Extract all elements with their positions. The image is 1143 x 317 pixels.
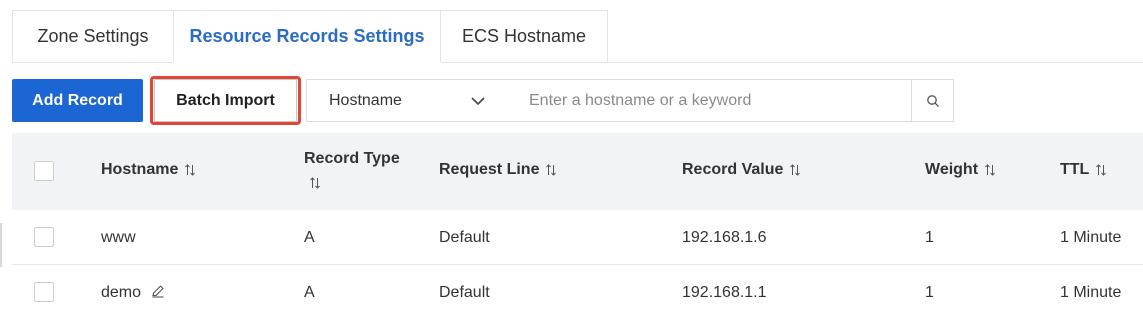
column-label: Record Value — [682, 161, 784, 178]
edit-icon[interactable] — [151, 284, 165, 298]
table-row: www A Default 192.168.1.6 1 1 Minute — [12, 210, 1143, 265]
row-checkbox[interactable] — [34, 282, 54, 302]
cell-weight: 1 — [925, 284, 934, 301]
table-row: demo A Default 192.168.1.1 1 1 Minute — [12, 265, 1143, 317]
column-header-record-value[interactable]: Record Value — [682, 161, 801, 179]
panel-edge — [0, 223, 2, 267]
search-input[interactable] — [508, 79, 912, 122]
cell-record-value: 192.168.1.1 — [682, 284, 767, 301]
column-label: TTL — [1060, 161, 1090, 178]
column-label: Weight — [925, 161, 979, 178]
sort-icon[interactable] — [984, 163, 996, 177]
column-header-request-line[interactable]: Request Line — [439, 161, 557, 179]
sort-icon[interactable] — [309, 176, 321, 190]
cell-ttl: 1 Minute — [1060, 229, 1122, 246]
search-field-select[interactable]: Hostname — [306, 79, 509, 122]
cell-weight: 1 — [925, 229, 934, 246]
batch-import-button[interactable]: Batch Import — [154, 79, 297, 122]
active-tab-gap — [173, 62, 441, 63]
column-header-ttl[interactable]: TTL — [1060, 161, 1107, 179]
cell-request-line: Default — [439, 229, 490, 246]
cell-record-value: 192.168.1.6 — [682, 229, 767, 246]
search-field-selected: Hostname — [329, 91, 402, 109]
cell-hostname: www — [101, 229, 136, 246]
column-header-record-type[interactable]: Record Type — [304, 150, 400, 190]
cell-request-line: Default — [439, 284, 490, 301]
cell-ttl: 1 Minute — [1060, 284, 1122, 301]
tab-bar: Zone Settings Resource Records Settings … — [12, 10, 608, 63]
cell-hostname: demo — [101, 284, 165, 302]
column-label: Request Line — [439, 161, 540, 178]
cell-hostname-text: demo — [101, 284, 142, 301]
sort-icon[interactable] — [789, 163, 801, 177]
select-all-checkbox[interactable] — [34, 161, 54, 181]
tab-zone-settings[interactable]: Zone Settings — [12, 10, 173, 63]
sort-icon[interactable] — [184, 163, 196, 177]
search-icon — [926, 94, 939, 107]
sort-icon[interactable] — [1095, 163, 1107, 177]
sort-icon[interactable] — [545, 163, 557, 177]
column-header-hostname[interactable]: Hostname — [101, 161, 196, 179]
tab-ecs-hostname[interactable]: ECS Hostname — [441, 10, 608, 63]
tab-resource-records-settings[interactable]: Resource Records Settings — [173, 10, 441, 63]
cell-record-type: A — [304, 229, 315, 246]
column-header-weight[interactable]: Weight — [925, 161, 996, 179]
table-header: Hostname Record Type Request Line Record… — [12, 133, 1143, 210]
column-label: Record Type — [304, 150, 400, 167]
cell-record-type: A — [304, 284, 315, 301]
row-checkbox[interactable] — [34, 227, 54, 247]
chevron-down-icon — [471, 97, 485, 106]
column-label: Hostname — [101, 161, 179, 178]
add-record-button[interactable]: Add Record — [12, 79, 143, 122]
search-button[interactable] — [911, 79, 954, 122]
